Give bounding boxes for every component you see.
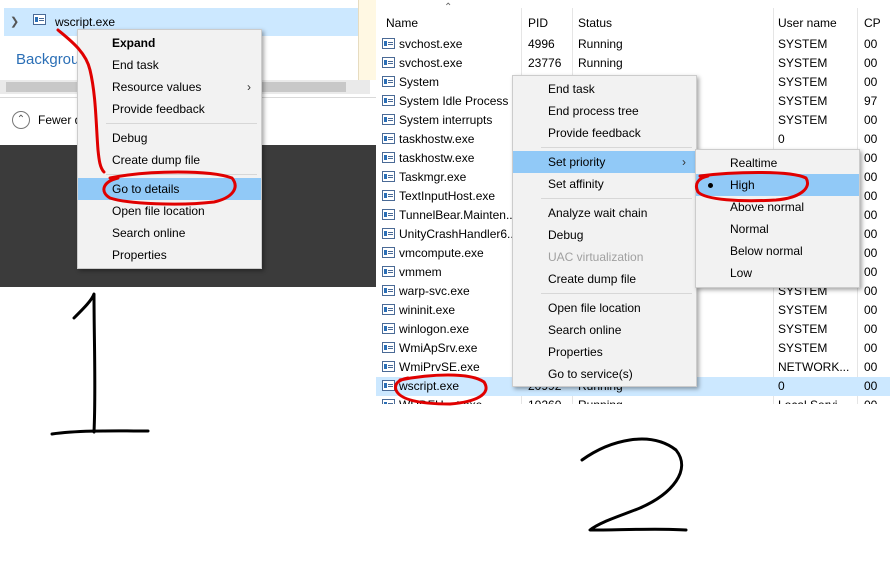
ink-circle-1 — [102, 170, 237, 206]
ink-arrow-1 — [56, 28, 106, 174]
handwritten-1 — [50, 292, 150, 436]
ink-circle-3 — [394, 373, 488, 406]
handwritten-2 — [580, 437, 688, 532]
ink-circle-2 — [694, 171, 809, 203]
red-ink-annotations — [50, 28, 809, 532]
